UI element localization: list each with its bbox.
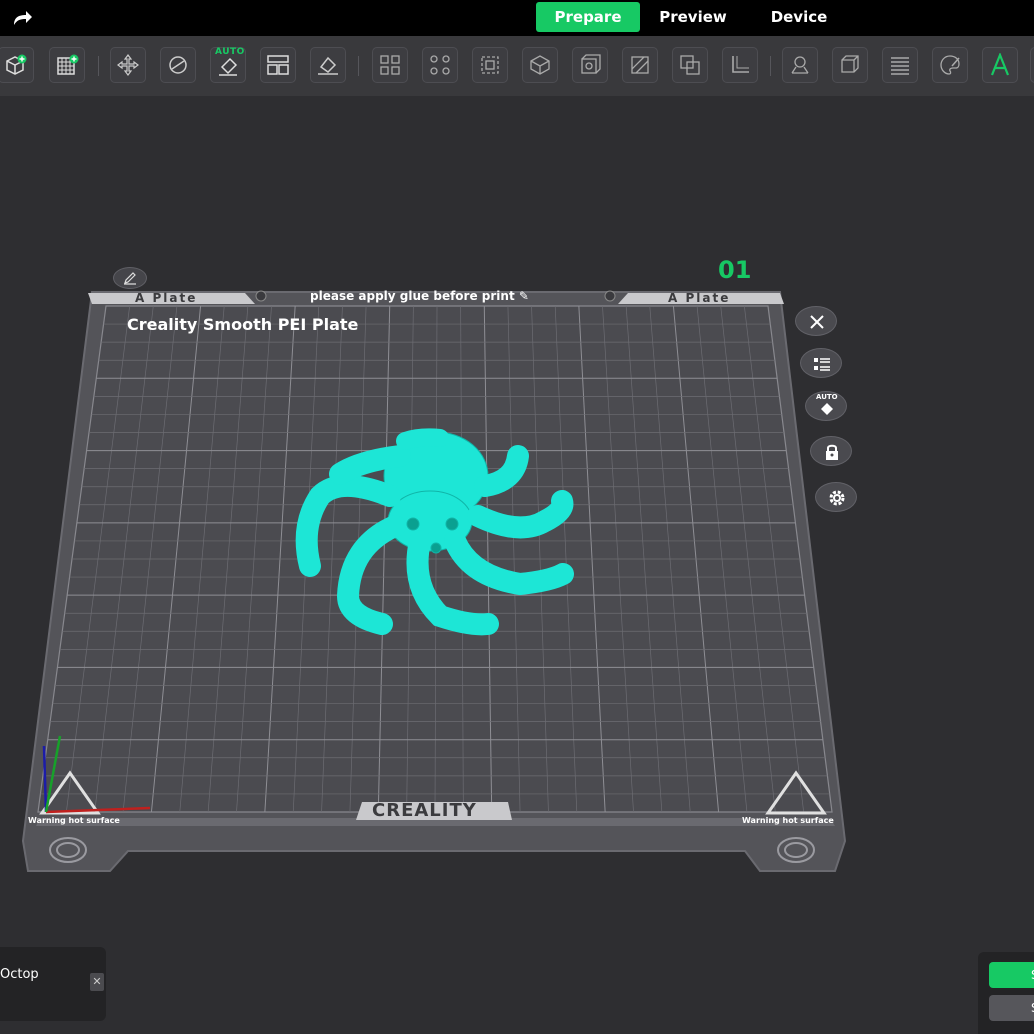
rotate-icon	[169, 56, 187, 74]
lay-on-face-button[interactable]	[310, 47, 346, 83]
auto-orient-button[interactable]: AUTO	[210, 47, 246, 83]
auto-orient-icon	[219, 57, 238, 76]
scale-icon	[841, 55, 859, 73]
rotate-button[interactable]	[160, 47, 196, 83]
close-icon[interactable]: ✕	[90, 973, 104, 991]
tab-device[interactable]: Device	[760, 2, 838, 32]
tab-prepare[interactable]: Prepare	[536, 2, 640, 32]
auto-orient-plate-button[interactable]: AUTO	[805, 391, 847, 421]
warning-right: Warning hot surface	[742, 816, 834, 825]
export-button[interactable]: S	[989, 995, 1034, 1021]
top-bar: Prepare Preview Device	[0, 0, 1034, 36]
arrange-icon	[267, 55, 289, 75]
warning-left: Warning hot surface	[28, 816, 120, 825]
close-icon	[810, 315, 824, 329]
object-name[interactable]: Octop	[0, 967, 39, 982]
redo-arrow-icon[interactable]	[10, 7, 34, 29]
support-paint-button[interactable]	[782, 47, 818, 83]
toolbar-separator	[358, 56, 359, 76]
tab-preview[interactable]: Preview	[648, 2, 738, 32]
seam-button[interactable]	[622, 47, 658, 83]
boolean-icon	[680, 55, 700, 75]
slice-button[interactable]: S	[989, 962, 1034, 988]
split-objects-button[interactable]	[372, 47, 408, 83]
add-plate-icon	[57, 54, 79, 75]
split-parts-icon	[430, 55, 450, 75]
support-paint-icon	[791, 56, 809, 74]
variable-layer-icon	[481, 56, 499, 74]
pencil-icon	[124, 272, 136, 285]
object-list-button[interactable]	[800, 348, 842, 378]
text-button[interactable]	[982, 47, 1018, 83]
brand-badge: CREALITY	[372, 800, 477, 821]
add-plate-button[interactable]	[49, 47, 85, 83]
split-objects-icon	[380, 55, 400, 75]
move-icon	[117, 54, 139, 76]
build-plate[interactable]	[0, 96, 1034, 1034]
color-paint-button[interactable]	[932, 47, 968, 83]
toolbar: AUTO	[0, 36, 1034, 96]
split-parts-button[interactable]	[422, 47, 458, 83]
move-button[interactable]	[110, 47, 146, 83]
object-panel: Octop ✕	[0, 947, 106, 1021]
layers-button[interactable]	[882, 47, 918, 83]
plate-name-edit-button[interactable]	[113, 267, 147, 289]
measure-icon	[732, 56, 749, 73]
plate-label-right: A Plate	[668, 291, 731, 305]
lock-icon	[826, 444, 838, 460]
plate-settings-button[interactable]	[815, 482, 857, 512]
gear-icon	[829, 490, 845, 506]
measure-button[interactable]	[722, 47, 758, 83]
plate-type-label: Creality Smooth PEI Plate	[127, 315, 359, 334]
scale-button[interactable]	[832, 47, 868, 83]
3d-viewport[interactable]: 01 A Plate A Plate please apply glue bef…	[0, 96, 1034, 1034]
color-paint-icon	[940, 55, 960, 75]
lay-on-face-icon	[318, 56, 338, 75]
glue-note-text: please apply glue before print	[310, 289, 515, 303]
add-object-icon	[6, 54, 27, 75]
add-object-button[interactable]	[0, 47, 34, 83]
arrange-button[interactable]	[260, 47, 296, 83]
text-icon	[990, 53, 1010, 76]
hollow-icon	[581, 54, 601, 74]
list-icon	[814, 358, 830, 371]
plate-number: 01	[718, 256, 752, 284]
plate-label-left: A Plate	[135, 291, 198, 305]
variable-layer-button[interactable]	[472, 47, 508, 83]
glue-note[interactable]: please apply glue before print ✎	[310, 289, 529, 303]
pencil-icon: ✎	[518, 289, 529, 303]
toolbar-separator	[98, 56, 99, 76]
slice-panel: S S	[978, 952, 1034, 1034]
cut-button[interactable]	[522, 47, 558, 83]
seam-icon	[631, 56, 649, 74]
lock-plate-button[interactable]	[810, 436, 852, 466]
toolbar-separator	[770, 56, 771, 76]
auto-orient-icon	[821, 403, 833, 415]
hollow-button[interactable]	[572, 47, 608, 83]
toolbar-overflow[interactable]	[1030, 47, 1034, 83]
boolean-button[interactable]	[672, 47, 708, 83]
layers-icon	[891, 57, 909, 75]
cut-icon	[530, 55, 550, 75]
close-plate-button[interactable]	[795, 306, 837, 336]
